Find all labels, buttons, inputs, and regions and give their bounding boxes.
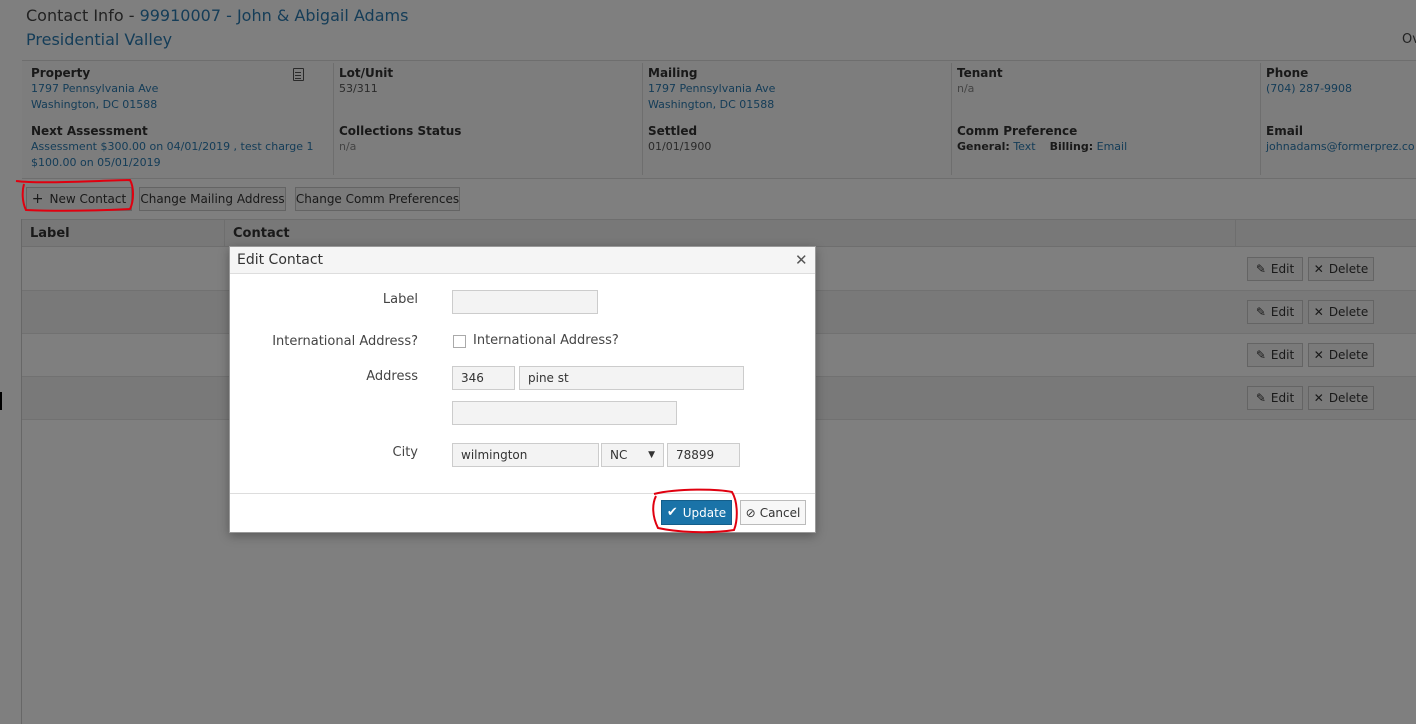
dialog-header: Edit Contact ✕	[230, 247, 815, 274]
international-checkbox[interactable]	[453, 335, 466, 348]
label-input[interactable]	[452, 290, 598, 314]
street-name-input[interactable]: pine st	[519, 366, 744, 390]
address-field-label: Address	[366, 369, 418, 384]
international-checkbox-label[interactable]: International Address?	[473, 333, 619, 348]
address-line2-input[interactable]	[452, 401, 677, 425]
cancel-button[interactable]: ⊘ Cancel	[740, 500, 806, 525]
check-icon: ✔	[666, 505, 678, 520]
state-value: NC	[610, 448, 628, 462]
dialog-footer-divider	[230, 493, 815, 494]
state-select[interactable]: NC ▼	[601, 443, 664, 467]
city-field-label: City	[392, 445, 418, 460]
city-input[interactable]: wilmington	[452, 443, 599, 467]
caret-down-icon: ▼	[648, 450, 655, 460]
cancel-label: Cancel	[759, 505, 801, 520]
street-number-input[interactable]: 346	[452, 366, 515, 390]
close-icon[interactable]: ✕	[795, 251, 808, 269]
international-field-label: International Address?	[272, 334, 418, 349]
text-cursor	[0, 392, 2, 410]
ban-icon: ⊘	[745, 505, 756, 520]
update-button[interactable]: ✔ Update	[661, 500, 732, 525]
update-label: Update	[682, 505, 727, 520]
zip-input[interactable]: 78899	[667, 443, 740, 467]
label-field-label: Label	[382, 292, 418, 307]
edit-contact-dialog: Edit Contact ✕ Label International Addre…	[229, 246, 816, 533]
dialog-title: Edit Contact	[237, 252, 324, 268]
